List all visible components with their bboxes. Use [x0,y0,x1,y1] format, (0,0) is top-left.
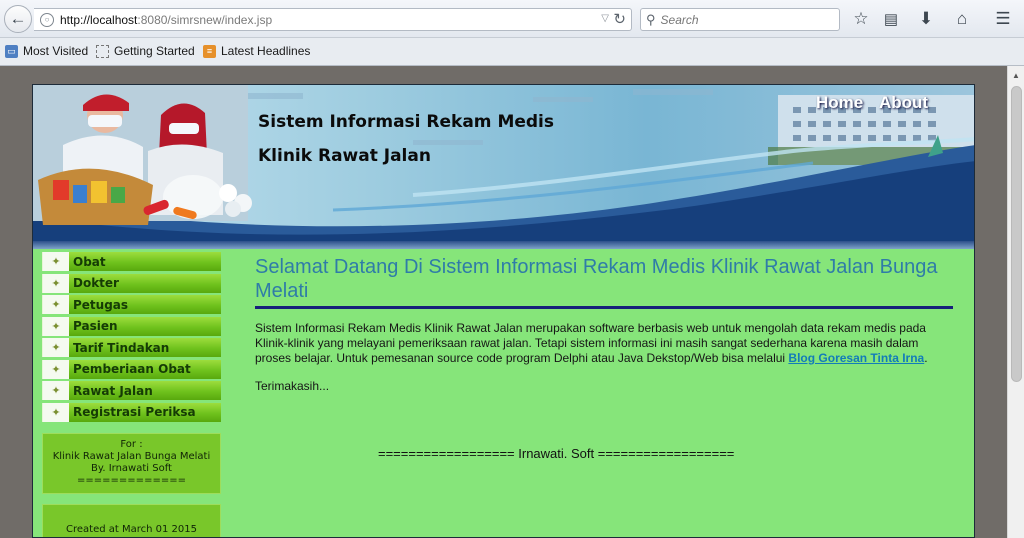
reload-icon[interactable]: ↻ [613,10,626,28]
star-icon: ✦ [43,316,69,336]
sidebar-item-label: Pasien [73,319,118,333]
blog-link[interactable]: Blog Goresan Tinta Irna [788,351,924,365]
star-icon: ✦ [43,402,69,422]
home-icon[interactable]: ⌂ [950,8,974,30]
star-icon: ✦ [43,273,69,293]
url-bar[interactable]: ○ http://localhost:8080/simrsnew/index.j… [34,8,632,31]
sidebar-item-registrasi-periksa[interactable]: ✦ Registrasi Periksa [42,402,221,422]
bookmark-label: Most Visited [23,44,89,58]
star-icon: ✦ [43,338,69,357]
menu-icon[interactable]: ☰ [991,8,1015,30]
bookmark-latest-headlines[interactable]: ≡ Latest Headlines [203,44,310,58]
url-path: :8080/simrsnew/index.jsp [137,12,273,27]
header-banner: Sistem Informasi Rekam Medis Klinik Rawa… [33,85,974,241]
intro-text-end: . [924,351,928,365]
sidebar-item-label: Rawat Jalan [73,383,153,398]
credit-line: By. Irnawati Soft [91,463,172,474]
sidebar-item-label: Tarif Tindakan [73,340,170,355]
star-icon: ✦ [43,381,69,400]
sidebar-item-obat[interactable]: ✦ Obat [42,252,221,271]
back-arrow-icon: ← [9,9,27,28]
created-date: Created at March 01 2015 [66,524,197,535]
back-button[interactable]: ← [4,5,32,33]
credit-box: For : Klinik Rawat Jalan Bunga Melati By… [42,433,221,494]
credit-line: Klinik Rawat Jalan Bunga Melati [52,451,211,462]
bookmark-getting-started[interactable]: Getting Started [96,44,195,58]
search-icon: ⚲ [646,11,656,27]
star-icon: ✦ [43,359,69,379]
rss-icon: ≡ [203,44,216,58]
banner-title: Sistem Informasi Rekam Medis [258,112,555,132]
footer-signature: ================== Irnawati. Soft ======… [378,446,735,461]
sidebar-item-label: Pemberiaan Obat [73,362,191,376]
credit-line: ============= [77,475,186,486]
star-icon: ✦ [43,295,69,314]
navigation-toolbar: ← ○ http://localhost:8080/simrsnew/index… [0,0,1024,38]
sidebar-item-pasien[interactable]: ✦ Pasien [42,316,221,336]
search-placeholder: Search [660,12,699,27]
scroll-up-icon[interactable]: ▲ [1012,71,1020,80]
banner-subtitle: Klinik Rawat Jalan [258,146,431,166]
sidebar-item-label: Petugas [73,297,129,312]
star-icon: ✦ [43,252,69,271]
url-text: http://localhost:8080/simrsnew/index.jsp [60,13,272,27]
credit-line: For : [120,439,143,450]
sidebar-item-petugas[interactable]: ✦ Petugas [42,295,221,314]
sidebar-item-label: Dokter [73,276,119,290]
sidebar-item-dokter[interactable]: ✦ Dokter [42,273,221,293]
download-icon[interactable]: ⬇ [914,8,938,30]
sidebar-menu: ✦ Obat ✦ Dokter ✦ Petugas ✦ Pasien ✦ Tar… [42,252,222,424]
bookmark-most-visited[interactable]: ▭ Most Visited [5,44,88,58]
search-box[interactable]: ⚲ Search [640,8,840,31]
bookmark-folder-icon: ▭ [5,44,18,58]
nav-home-link[interactable]: Home [816,93,863,113]
globe-icon: ○ [40,12,54,27]
vertical-scrollbar[interactable]: ▲ [1007,66,1024,538]
bookmark-label: Getting Started [114,44,195,58]
nav-about-link[interactable]: About [879,93,928,113]
web-page: Sistem Informasi Rekam Medis Klinik Rawa… [32,84,975,538]
bookmarks-toolbar: ▭ Most Visited Getting Started ≡ Latest … [0,38,1024,66]
sidebar-item-rawat-jalan[interactable]: ✦ Rawat Jalan [42,381,221,400]
thanks-text: Terimakasih... [255,379,330,393]
sidebar-item-tarif-tindakan[interactable]: ✦ Tarif Tindakan [42,338,221,357]
title-divider [255,306,953,309]
sidebar-item-pemberiaan-obat[interactable]: ✦ Pemberiaan Obat [42,359,221,379]
reading-list-icon[interactable]: ▤ [879,8,903,30]
sidebar-item-label: Obat [73,254,106,269]
bookmark-star-icon[interactable]: ☆ [849,8,873,30]
scroll-thumb[interactable] [1011,86,1022,382]
page-title: Selamat Datang Di Sistem Informasi Rekam… [255,256,938,302]
page-icon [96,44,109,58]
main-content: Selamat Datang Di Sistem Informasi Rekam… [255,255,955,393]
sidebar-item-label: Registrasi Periksa [73,405,196,419]
url-dropdown-icon[interactable]: ▽ [601,13,609,24]
url-host: http://localhost [60,12,138,27]
browser-window: ← ○ http://localhost:8080/simrsnew/index… [0,0,1024,538]
banner-divider [33,241,974,249]
intro-paragraph: Sistem Informasi Rekam Medis Klinik Rawa… [255,321,955,366]
created-box: Created at March 01 2015 [42,504,221,537]
bookmark-label: Latest Headlines [221,44,311,58]
